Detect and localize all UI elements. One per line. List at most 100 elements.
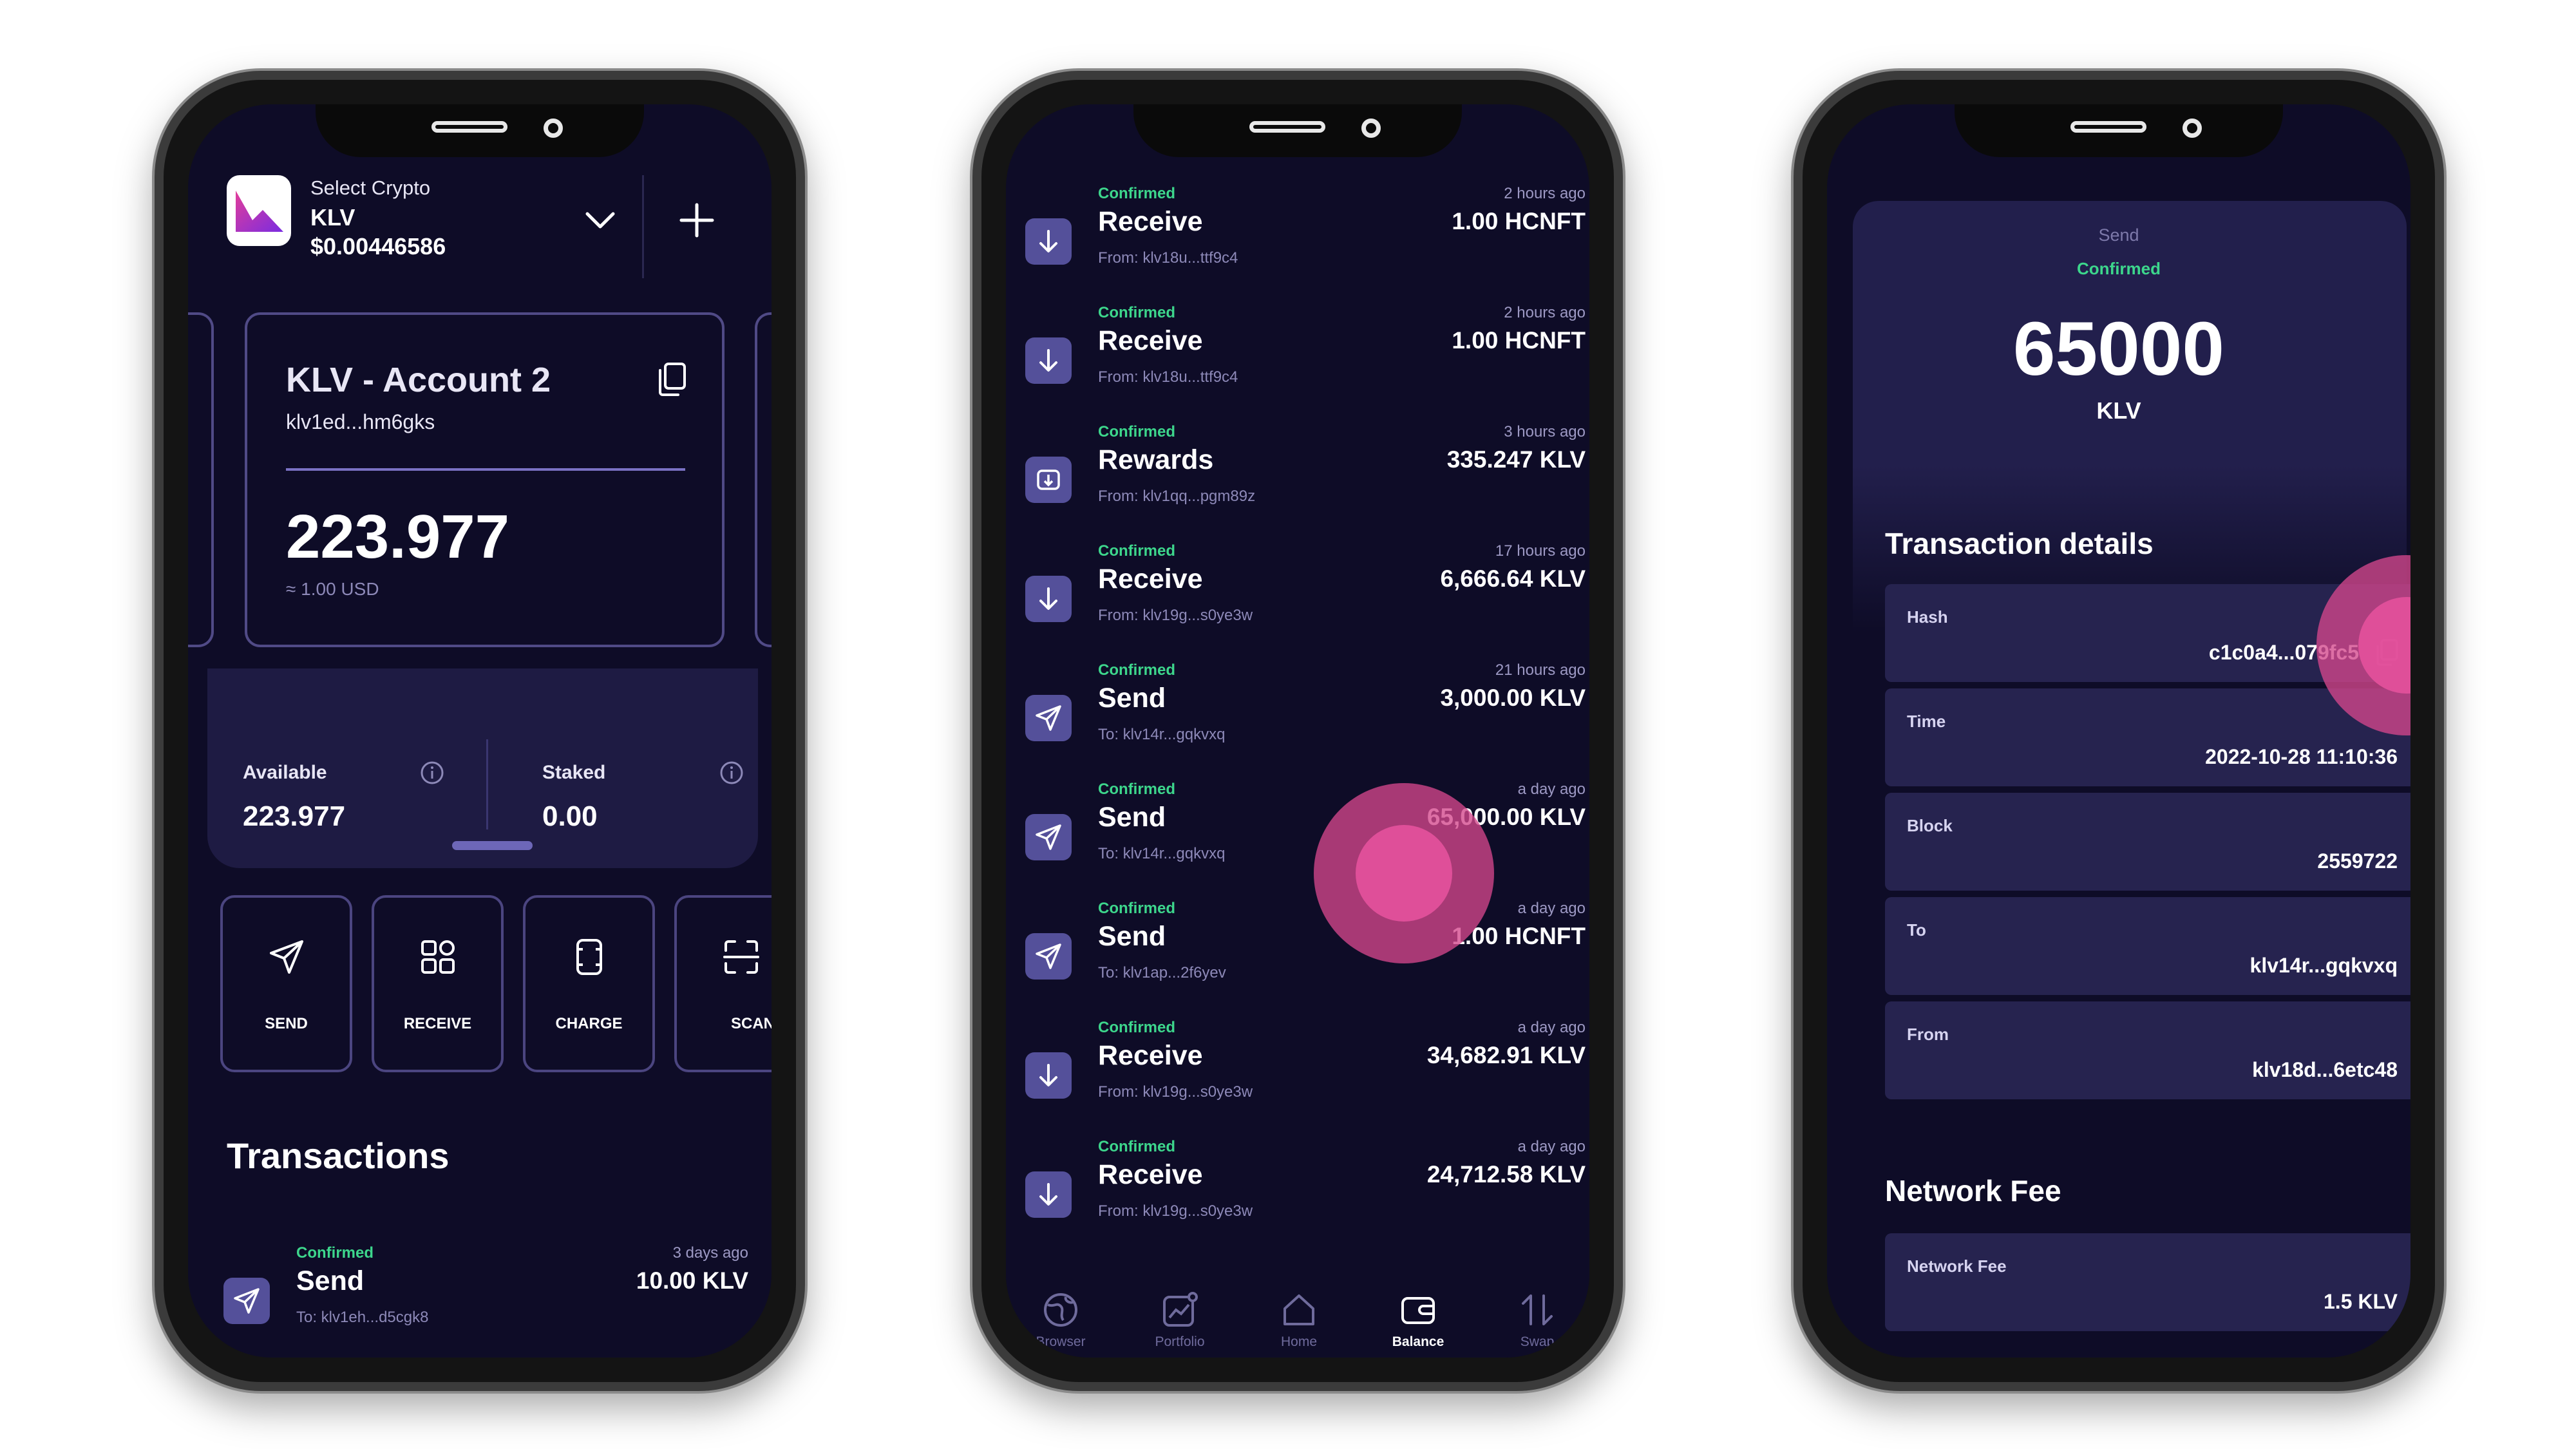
account-card[interactable]: KLV - Account 2 klv1ed...hm6gks 223.977 …: [245, 312, 724, 647]
transaction-details-title: Transaction details: [1885, 527, 2154, 560]
add-icon[interactable]: [677, 201, 716, 240]
transaction-amount: 6,666.64 KLV: [1440, 565, 1586, 592]
transaction-item[interactable]: Confirmed Send To: klv14r...gqkvxq 21 hours…: [1025, 661, 1586, 784]
transaction-type: Send: [1098, 802, 1166, 833]
next-account-card[interactable]: [755, 312, 772, 647]
speaker-icon: [2070, 121, 2146, 133]
header-divider: [642, 175, 644, 278]
detail-label: Block: [1907, 816, 1953, 835]
transaction-type: Receive: [1098, 325, 1203, 356]
transaction-icon: [1025, 576, 1072, 622]
copy-icon[interactable]: [656, 361, 688, 397]
transaction-amount: 1.00 HCNFT: [1452, 208, 1586, 234]
send-button-label: SEND: [265, 1015, 308, 1032]
transaction-icon: [1025, 1171, 1072, 1218]
wallet-home-screen: Select Crypto KLV $0.00446586 KLV - Acco…: [188, 104, 772, 1358]
transaction-item[interactable]: Confirmed Send To: klv1eh...d5cgk8 3 day…: [223, 1244, 748, 1358]
transaction-time: a day ago: [1517, 781, 1586, 798]
transaction-time: a day ago: [1517, 1019, 1586, 1036]
transaction-icon: [1025, 814, 1072, 860]
transaction-status: Confirmed: [1098, 661, 1175, 679]
transaction-item[interactable]: Confirmed Receive From: klv19g...s0ye3w a d…: [1025, 1019, 1586, 1141]
phone-notch: [1955, 104, 2283, 157]
transaction-time: 3 days ago: [672, 1244, 748, 1262]
phone-notch: [1133, 104, 1462, 157]
transaction-status: Confirmed: [1098, 304, 1175, 321]
account-address: klv1ed...hm6gks: [286, 410, 435, 433]
available-value: 223.977: [243, 800, 346, 832]
nav-browser-label: Browser: [1036, 1334, 1086, 1349]
detail-label: Time: [1907, 712, 1946, 731]
transaction-time: a day ago: [1517, 900, 1586, 917]
detail-value: klv18d...6etc48: [2252, 1058, 2398, 1081]
detail-label: From: [1907, 1025, 1949, 1044]
transaction-item[interactable]: Confirmed Rewards From: klv1qq...pgm89z 3 h…: [1025, 423, 1586, 545]
transaction-address: From: klv19g...s0ye3w: [1098, 607, 1253, 624]
home-icon: [1283, 1294, 1314, 1325]
phone-notch: [316, 104, 644, 157]
qr-grid-icon: [421, 940, 455, 974]
detail-type: Send: [2098, 225, 2139, 245]
transaction-status: Confirmed: [1098, 542, 1175, 560]
prev-account-card[interactable]: [188, 312, 214, 647]
globe-icon: [1044, 1293, 1077, 1327]
nav-home[interactable]: Home: [1251, 1289, 1347, 1358]
detail-row-block: Block 2559722: [1885, 793, 2410, 891]
chevron-down-icon[interactable]: [581, 201, 620, 240]
scan-frame-icon: [723, 940, 759, 974]
touch-indicator-core: [1356, 825, 1452, 922]
paper-plane-icon: [1036, 943, 1061, 969]
transaction-time: 17 hours ago: [1495, 542, 1586, 560]
transaction-type: Send: [1098, 683, 1166, 714]
transaction-icon: [223, 1278, 270, 1324]
balance-summary-panel: Available 223.977 Staked 0.00: [207, 668, 758, 868]
transaction-item[interactable]: Confirmed Send To: klv1ap...2f6yev a day ag…: [1025, 900, 1586, 1022]
transaction-item[interactable]: Confirmed Send To: klv14r...gqkvxq a day ag…: [1025, 781, 1586, 903]
staked-label: Staked: [542, 762, 606, 783]
transaction-address: To: klv14r...gqkvxq: [1098, 726, 1226, 743]
receive-button[interactable]: RECEIVE: [372, 895, 504, 1072]
transaction-icon: [1025, 933, 1072, 980]
arrow-down-icon: [1039, 349, 1057, 372]
transaction-item[interactable]: Confirmed Receive From: klv19g...s0ye3w a d…: [1025, 1138, 1586, 1260]
klv-logo-icon: [227, 175, 291, 246]
select-crypto-label: Select Crypto: [310, 176, 431, 199]
transaction-address: From: klv1qq...pgm89z: [1098, 488, 1256, 505]
arrow-down-icon: [1039, 230, 1057, 252]
transaction-type: Rewards: [1098, 444, 1214, 475]
transaction-address: From: klv18u...ttf9c4: [1098, 368, 1238, 386]
transaction-details-screen: Send Confirmed 65000 KLV Transaction det…: [1827, 104, 2410, 1358]
scan-button[interactable]: SCAN: [674, 895, 772, 1072]
detail-label: To: [1907, 920, 1926, 940]
transaction-time: 2 hours ago: [1504, 185, 1586, 202]
drag-handle[interactable]: [452, 841, 533, 850]
wallet-icon: [1401, 1297, 1435, 1324]
transaction-status: Confirmed: [1098, 900, 1175, 917]
transaction-status: Confirmed: [1098, 1138, 1175, 1155]
transaction-address: To: klv1ap...2f6yev: [1098, 964, 1226, 981]
camera-icon: [544, 118, 563, 138]
scan-button-label: SCAN: [730, 1015, 772, 1032]
send-button[interactable]: SEND: [220, 895, 352, 1072]
transaction-address: From: klv18u...ttf9c4: [1098, 249, 1238, 267]
charge-button[interactable]: CHARGE: [523, 895, 655, 1072]
info-icon[interactable]: [719, 761, 744, 785]
transaction-time: 21 hours ago: [1495, 661, 1586, 679]
transaction-time: a day ago: [1517, 1138, 1586, 1155]
info-icon[interactable]: [420, 761, 444, 785]
detail-label: Hash: [1907, 607, 1948, 627]
nav-browser[interactable]: Browser: [1012, 1289, 1109, 1358]
transaction-item[interactable]: Confirmed Receive From: klv19g...s0ye3w 17 …: [1025, 542, 1586, 665]
reward-icon: [1037, 469, 1060, 490]
transaction-icon: [1025, 1052, 1072, 1099]
nav-swap[interactable]: Swap: [1489, 1289, 1586, 1358]
transaction-icon: [1025, 457, 1072, 503]
nav-balance[interactable]: Balance: [1370, 1289, 1466, 1358]
transaction-item[interactable]: Confirmed Receive From: klv18u...ttf9c4 2 h…: [1025, 185, 1586, 307]
transaction-status: Confirmed: [296, 1244, 374, 1262]
nav-portfolio[interactable]: Portfolio: [1132, 1289, 1228, 1358]
coin-price: $0.00446586: [310, 233, 446, 260]
transaction-item[interactable]: Confirmed Receive From: klv18u...ttf9c4 2 h…: [1025, 304, 1586, 426]
nav-home-label: Home: [1280, 1334, 1318, 1349]
detail-row-to: To klv14r...gqkvxq: [1885, 897, 2410, 995]
